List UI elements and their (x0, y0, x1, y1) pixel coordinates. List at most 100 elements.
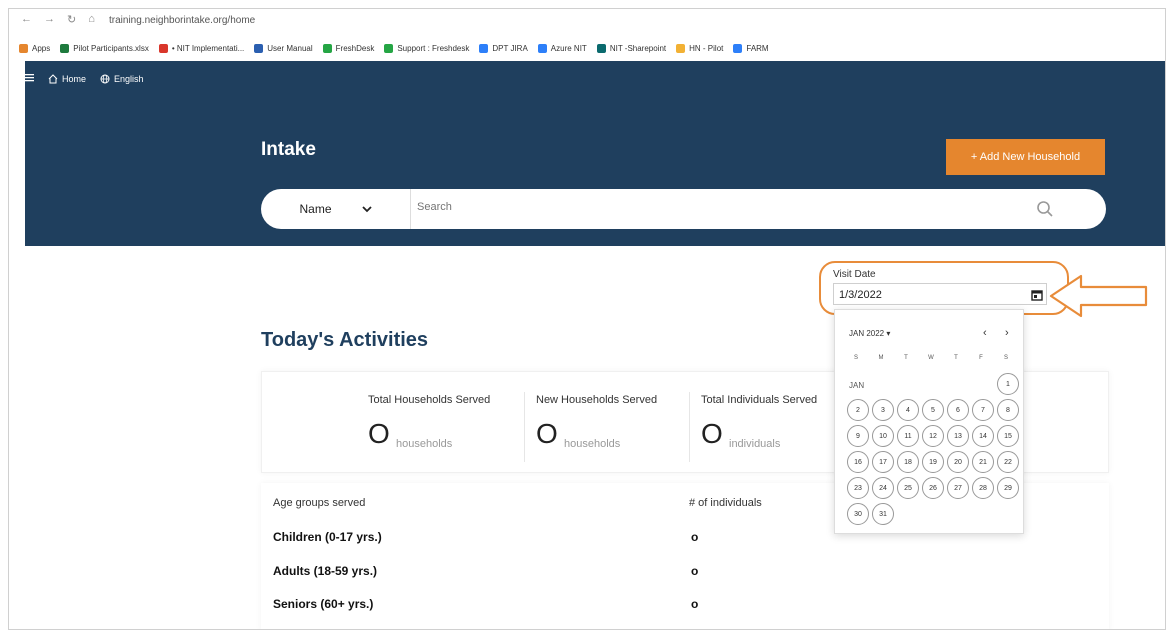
browser-nav: ← → ↻ ⌂ (21, 13, 95, 26)
bookmark-item[interactable]: User Manual (254, 43, 313, 53)
calendar-day[interactable]: 25 (897, 477, 919, 499)
page-header: Home English Intake + Add New Household … (25, 61, 1165, 246)
add-household-button[interactable]: + Add New Household (946, 139, 1105, 175)
bookmark-label: User Manual (267, 43, 313, 53)
age-group-label: Seniors (60+ yrs.) (273, 597, 374, 611)
calendar-day[interactable]: 13 (947, 425, 969, 447)
bookmark-item[interactable]: HN - Pilot (676, 43, 724, 53)
browser-window: ← → ↻ ⌂ training.neighborintake.org/home… (8, 8, 1166, 630)
calendar-day[interactable]: 1 (997, 373, 1019, 395)
home-browser-icon[interactable]: ⌂ (88, 13, 95, 26)
calendar-day[interactable]: 28 (972, 477, 994, 499)
calendar-day[interactable]: 21 (972, 451, 994, 473)
arrow-annotation-icon (1049, 274, 1148, 318)
stat-total-households: Total Households Served O households (262, 372, 524, 474)
stat-label: Total Households Served (368, 394, 491, 406)
prev-month-button[interactable]: ‹ (983, 327, 987, 339)
bookmark-label: NIT -Sharepoint (609, 43, 667, 53)
calendar-day[interactable]: 23 (847, 477, 869, 499)
bookmark-item[interactable]: Apps (19, 43, 50, 53)
month-select[interactable]: JAN 2022 ▾ (849, 329, 890, 338)
bookmark-icon (322, 43, 332, 53)
stat-total-individuals: Total Individuals Served O individuals (689, 372, 839, 474)
stat-value: O (701, 418, 723, 449)
reload-icon[interactable]: ↻ (67, 13, 76, 26)
calendar-day[interactable]: 22 (997, 451, 1019, 473)
calendar-day[interactable]: 26 (922, 477, 944, 499)
calendar-day[interactable]: 3 (872, 399, 894, 421)
stat-label: Total Individuals Served (701, 394, 818, 406)
calendar-day[interactable]: 10 (872, 425, 894, 447)
bookmark-item[interactable]: NIT -Sharepoint (596, 43, 667, 53)
bookmark-label: FreshDesk (335, 43, 375, 53)
bookmark-item[interactable]: Azure NIT (537, 43, 587, 53)
calendar-day[interactable]: 29 (997, 477, 1019, 499)
calendar-day[interactable]: 19 (922, 451, 944, 473)
bookmark-label: • NIT Implementati... (171, 43, 245, 53)
bookmark-label: HN - Pilot (689, 43, 724, 53)
bookmark-icon (479, 43, 489, 53)
bookmark-label: Support : Freshdesk (397, 43, 470, 53)
bookmark-item[interactable]: • NIT Implementati... (158, 43, 245, 53)
weekday-label: W (928, 355, 934, 361)
search-type-select[interactable]: Name (261, 189, 411, 229)
calendar-day[interactable]: 14 (972, 425, 994, 447)
calendar-day[interactable]: 18 (897, 451, 919, 473)
calendar-day[interactable]: 4 (897, 399, 919, 421)
menu-icon[interactable] (25, 73, 34, 84)
stat-unit: individuals (729, 438, 781, 450)
calendar-day[interactable]: 15 (997, 425, 1019, 447)
stat-value: O (536, 418, 558, 449)
weekday-label: T (904, 355, 908, 361)
bookmark-item[interactable]: Support : Freshdesk (384, 43, 470, 53)
bookmark-item[interactable]: Pilot Participants.xlsx (60, 43, 149, 53)
bookmark-item[interactable]: FreshDesk (322, 43, 375, 53)
calendar-icon[interactable] (1031, 288, 1043, 306)
page-title: Intake (261, 139, 316, 160)
url-text[interactable]: training.neighborintake.org/home (109, 15, 255, 26)
bookmark-icon (676, 43, 686, 53)
calendar-day[interactable]: 5 (922, 399, 944, 421)
age-group-value: o (691, 564, 699, 578)
month-label: JAN (849, 381, 865, 390)
calendar-day[interactable]: 30 (847, 503, 869, 525)
weekday-label: M (878, 355, 884, 361)
calendar-day[interactable]: 11 (897, 425, 919, 447)
search-icon[interactable] (1036, 200, 1054, 223)
calendar-day[interactable]: 6 (947, 399, 969, 421)
nav-home-label: Home (62, 73, 87, 84)
bookmark-item[interactable]: DPT JIRA (479, 43, 528, 53)
bookmark-label: DPT JIRA (492, 43, 528, 53)
visit-date-field[interactable]: 1/3/2022 (833, 283, 1047, 305)
nav-language[interactable]: English (100, 74, 144, 84)
url-bar[interactable]: ← → ↻ ⌂ training.neighborintake.org/home (9, 9, 1165, 29)
calendar-day[interactable]: 9 (847, 425, 869, 447)
visit-date-value: 1/3/2022 (839, 289, 882, 301)
next-month-button[interactable]: › (1005, 327, 1009, 339)
calendar-day[interactable]: 7 (972, 399, 994, 421)
calendar-day[interactable]: 8 (997, 399, 1019, 421)
individuals-count-header: # of individuals (689, 497, 762, 509)
calendar-day[interactable]: 27 (947, 477, 969, 499)
calendar-day[interactable]: 20 (947, 451, 969, 473)
calendar-day[interactable]: 2 (847, 399, 869, 421)
nav-home[interactable]: Home (48, 74, 86, 84)
bookmark-icon (60, 43, 70, 53)
calendar-day[interactable]: 16 (847, 451, 869, 473)
calendar-day[interactable]: 24 (872, 477, 894, 499)
date-picker: JAN 2022 ▾ ‹ › JAN S M T W T F S 1 2 3 4 5 6 7 8 9 10 11 1… (834, 309, 1024, 534)
calendar-day[interactable]: 12 (922, 425, 944, 447)
search-input[interactable] (417, 201, 977, 213)
age-groups-header: Age groups served (273, 497, 366, 509)
calendar-day[interactable]: 31 (872, 503, 894, 525)
home-icon (48, 73, 58, 83)
bookmark-icon (733, 43, 743, 53)
bookmark-item[interactable]: FARM (733, 43, 769, 53)
forward-icon[interactable]: → (44, 13, 55, 26)
bookmark-label: Pilot Participants.xlsx (73, 43, 149, 53)
calendar-day[interactable]: 17 (872, 451, 894, 473)
back-icon[interactable]: ← (21, 13, 32, 26)
bookmark-icon (19, 43, 28, 53)
bookmark-icon (537, 43, 547, 53)
stat-unit: households (564, 438, 621, 450)
